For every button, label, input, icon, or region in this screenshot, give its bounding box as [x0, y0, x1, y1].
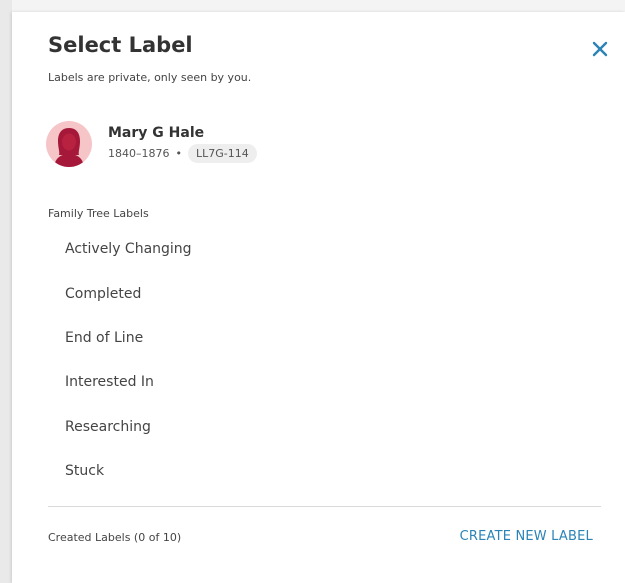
section-divider [48, 506, 601, 507]
label-option-end-of-line[interactable]: End of Line [48, 316, 588, 360]
female-avatar-icon [54, 128, 84, 167]
label-option-actively-changing[interactable]: Actively Changing [48, 227, 588, 271]
label-option-researching[interactable]: Researching [48, 405, 588, 449]
family-tree-label-list: Actively Changing Completed End of Line … [48, 227, 588, 493]
meta-separator: • [175, 147, 183, 160]
close-button[interactable] [587, 36, 613, 62]
label-option-interested-in[interactable]: Interested In [48, 360, 588, 404]
person-id-badge: LL7G-114 [188, 144, 257, 163]
dialog-title: Select Label [48, 33, 193, 57]
dialog-subtitle: Labels are private, only seen by you. [48, 71, 252, 84]
person-meta: 1840–1876 • LL7G-114 [108, 144, 257, 163]
select-label-dialog: Select Label Labels are private, only se… [12, 12, 625, 583]
person-name: Mary G Hale [108, 125, 205, 141]
close-icon [592, 41, 608, 57]
create-new-label-button[interactable]: CREATE NEW LABEL [460, 529, 593, 544]
created-labels-count: Created Labels (0 of 10) [48, 531, 182, 544]
page-backdrop [0, 0, 12, 583]
label-option-stuck[interactable]: Stuck [48, 449, 588, 493]
family-tree-labels-heading: Family Tree Labels [48, 207, 149, 220]
person-lifespan: 1840–1876 [108, 147, 170, 160]
avatar [46, 121, 92, 167]
label-option-completed[interactable]: Completed [48, 271, 588, 315]
person-summary: Mary G Hale 1840–1876 • LL7G-114 [46, 121, 257, 167]
